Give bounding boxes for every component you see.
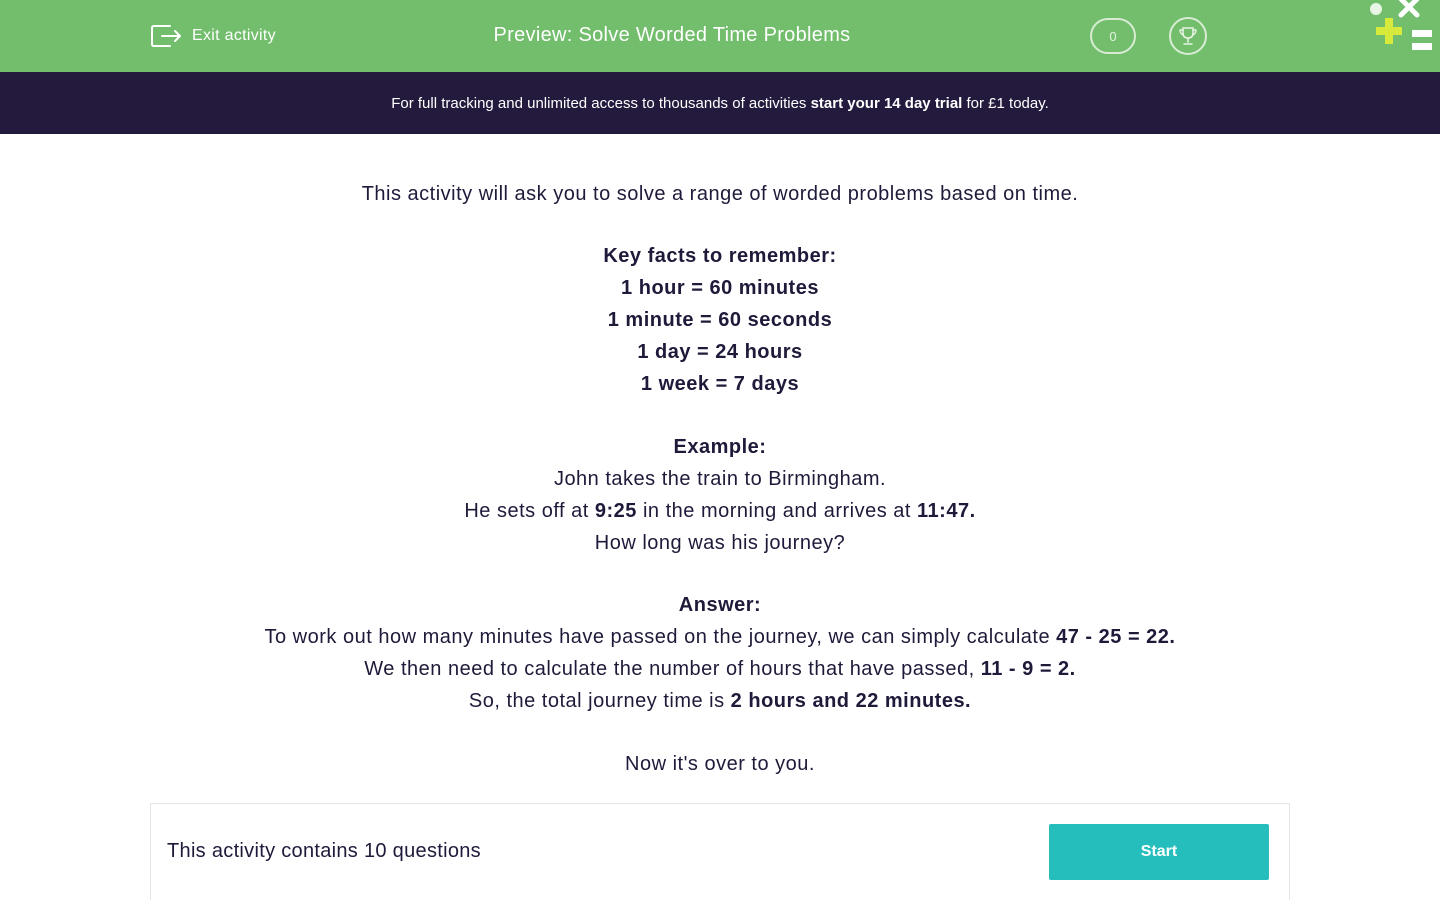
key-fact: 1 minute = 60 seconds [607,309,833,331]
closing-text: Now it's over to you. [625,753,815,775]
trophy-button[interactable] [1169,17,1207,55]
top-header: Exit activity Preview: Solve Worded Time… [0,0,1440,72]
math-symbols-logo [1370,0,1432,50]
answer-heading: Answer: [678,594,762,616]
question-count-text: This activity contains 10 questions [167,840,481,862]
trial-link[interactable]: start your 14 day trial [811,95,963,112]
answer-line-1: To work out how many minutes have passed… [264,626,1176,648]
activity-start-card: This activity contains 10 questions Star… [150,803,1290,900]
intro-text: This activity will ask you to solve a ra… [361,183,1079,205]
banner-text-start: For full tracking and unlimited access t… [391,94,811,112]
banner-text-end: for £1 today. [962,94,1049,112]
key-fact: 1 week = 7 days [640,373,800,395]
example-heading: Example: [673,436,767,458]
activity-description: This activity will ask you to solve a ra… [0,178,1440,780]
answer-line-3: So, the total journey time is 2 hours an… [468,690,972,712]
trophy-icon [1179,27,1197,45]
example-line-1: John takes the train to Birmingham. [553,468,887,490]
trial-banner: For full tracking and unlimited access t… [0,72,1440,134]
key-fact: 1 day = 24 hours [637,341,803,363]
start-button[interactable]: Start [1049,824,1269,880]
key-fact: 1 hour = 60 minutes [621,277,819,299]
example-line-2: He sets off at 9:25 in the morning and a… [464,500,976,522]
answer-line-2: We then need to calculate the number of … [364,658,1076,680]
page-title: Preview: Solve Worded Time Problems [493,24,851,46]
example-line-3: How long was his journey? [594,532,846,554]
score-badge: 0 [1090,18,1136,54]
key-facts-heading: Key facts to remember: [603,245,837,267]
